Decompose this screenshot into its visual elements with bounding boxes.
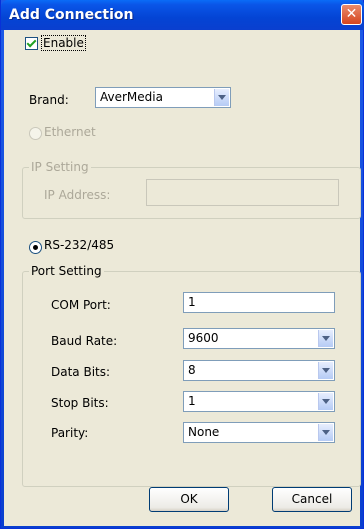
title-bar[interactable]: Add Connection ✕ (1, 0, 364, 30)
baud-rate-label: Baud Rate: (51, 334, 118, 348)
ethernet-label: Ethernet (44, 125, 96, 139)
dialog-window: Add Connection ✕ Enable Brand: AverMedia… (0, 0, 364, 529)
baud-rate-dropdown[interactable]: 9600 (183, 328, 335, 349)
com-port-field[interactable]: 1 (183, 292, 335, 313)
data-bits-label: Data Bits: (51, 365, 111, 379)
stop-bits-label: Stop Bits: (51, 396, 109, 410)
ip-address-field[interactable] (146, 179, 339, 206)
brand-label: Brand: (29, 93, 69, 107)
rs232-label: RS-232/485 (44, 238, 115, 252)
com-port-label: COM Port: (51, 298, 111, 312)
parity-value: None (188, 425, 220, 439)
stop-bits-dropdown[interactable]: 1 (183, 391, 335, 412)
chevron-down-icon[interactable] (318, 424, 333, 441)
chevron-down-icon[interactable] (318, 330, 333, 347)
chevron-down-icon[interactable] (214, 89, 229, 106)
close-icon: ✕ (345, 6, 358, 22)
ip-address-label: IP Address: (44, 188, 111, 202)
brand-dropdown[interactable]: AverMedia (95, 87, 231, 108)
close-button[interactable]: ✕ (341, 4, 362, 25)
data-bits-dropdown[interactable]: 8 (183, 360, 335, 381)
ip-setting-title: IP Setting (29, 160, 91, 174)
ethernet-radio[interactable] (29, 127, 42, 140)
rs232-radio[interactable] (29, 241, 42, 254)
dialog-title: Add Connection (9, 7, 134, 23)
parity-dropdown[interactable]: None (183, 422, 335, 443)
ok-button[interactable]: OK (149, 487, 229, 512)
enable-checkbox[interactable] (25, 37, 38, 50)
baud-rate-value: 9600 (188, 331, 219, 345)
chevron-down-icon[interactable] (318, 393, 333, 410)
port-setting-title: Port Setting (29, 264, 104, 278)
stop-bits-value: 1 (188, 394, 196, 408)
dialog-body: Enable Brand: AverMedia Ethernet IP Sett… (4, 30, 361, 526)
data-bits-value: 8 (188, 363, 196, 377)
enable-label[interactable]: Enable (41, 35, 86, 51)
parity-label: Parity: (51, 426, 89, 440)
cancel-button[interactable]: Cancel (272, 487, 352, 512)
brand-value: AverMedia (100, 90, 163, 104)
chevron-down-icon[interactable] (318, 362, 333, 379)
